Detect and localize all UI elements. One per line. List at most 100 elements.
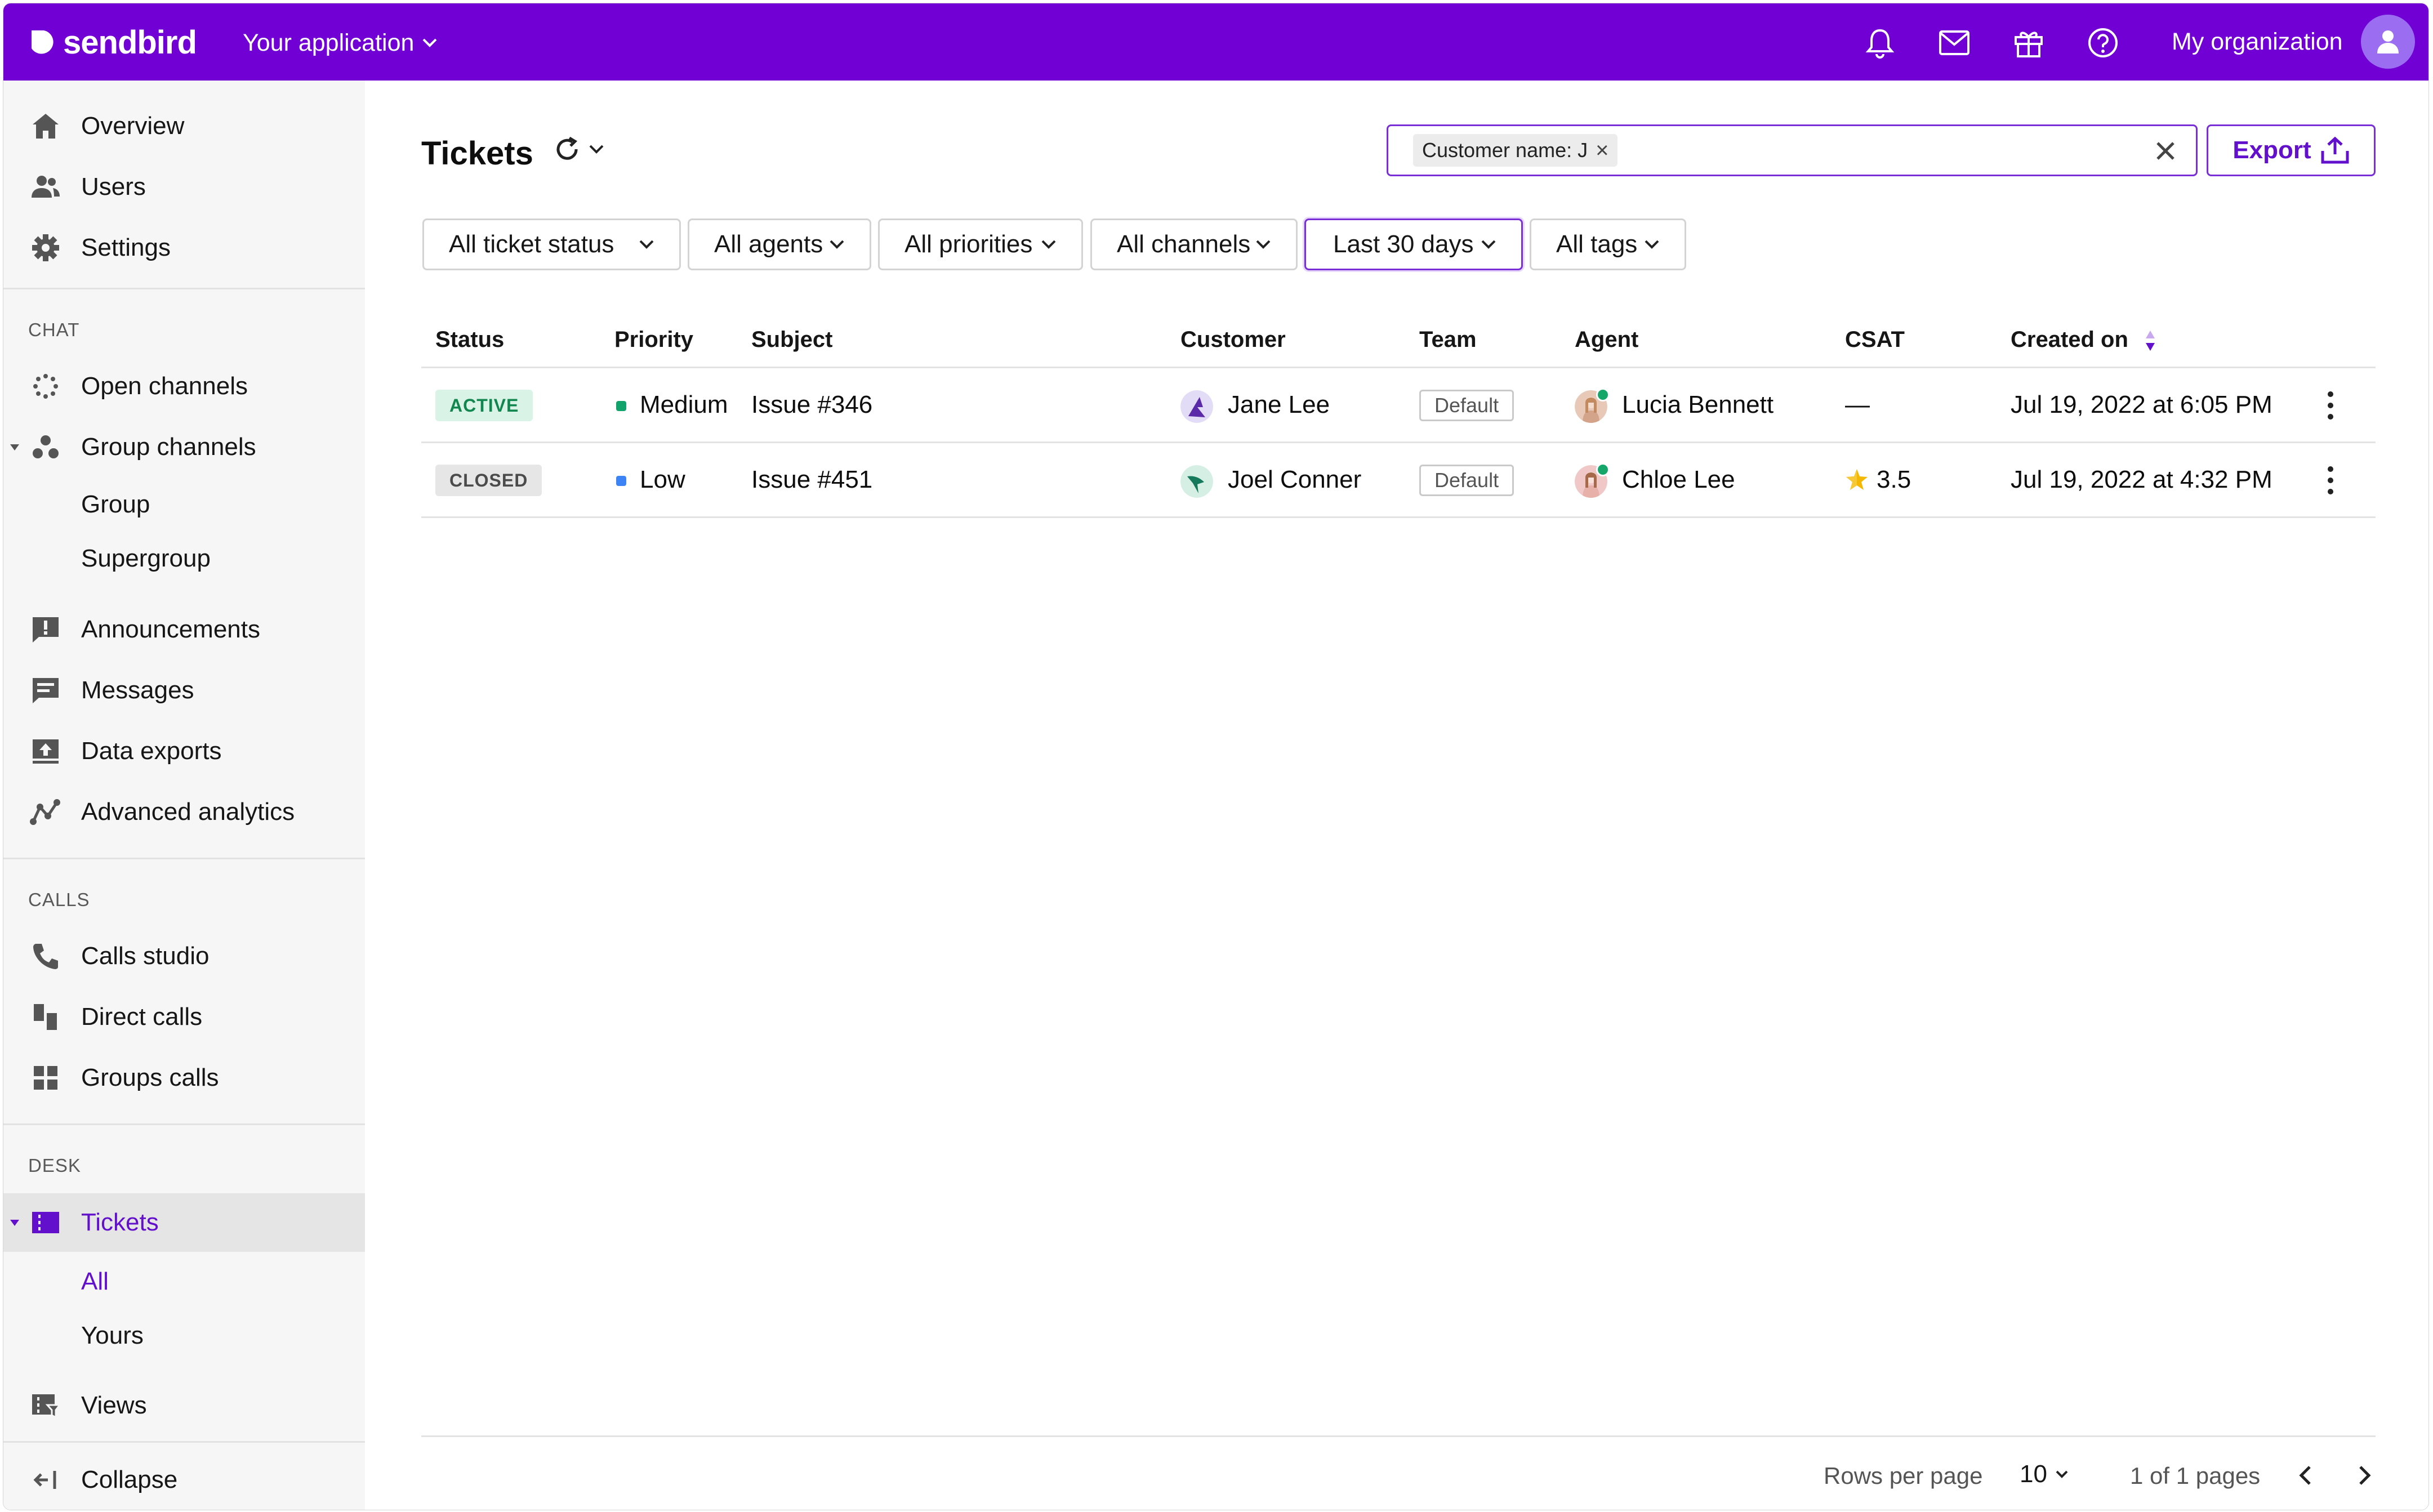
more-options-icon[interactable]	[2322, 462, 2339, 498]
chevron-down-icon	[830, 240, 844, 249]
chevron-down-icon	[423, 38, 437, 47]
priorities-filter[interactable]: All priorities	[878, 218, 1083, 270]
sidebar-item-label: All	[81, 1268, 109, 1295]
open-channels-icon	[29, 369, 63, 403]
channels-filter[interactable]: All channels	[1090, 218, 1298, 270]
filter-label: All channels	[1117, 230, 1251, 258]
section-label-chat: CHAT	[28, 319, 80, 340]
sidebar-item-group-channels[interactable]: Group channels	[3, 420, 365, 475]
team-badge: Default	[1419, 465, 1514, 496]
sidebar-item-open-channels[interactable]: Open channels	[3, 359, 365, 414]
help-icon[interactable]	[2085, 25, 2121, 61]
application-selector[interactable]: Your application	[243, 27, 438, 59]
column-header-team: Team	[1419, 327, 1477, 352]
search-input[interactable]: Customer name: J ×	[1387, 124, 2198, 176]
rows-per-page-label: Rows per page	[1824, 1462, 1983, 1489]
remove-chip-icon[interactable]: ×	[1596, 138, 1608, 163]
sidebar-item-label: Advanced analytics	[81, 798, 295, 826]
table-header: Status Priority Subject Customer Team Ag…	[421, 311, 2376, 368]
more-options-icon[interactable]	[2322, 387, 2339, 423]
sidebar-item-data-exports[interactable]: Data exports	[3, 724, 365, 779]
sidebar-item-yours[interactable]: Yours	[3, 1308, 365, 1363]
filter-label: All agents	[714, 230, 823, 258]
priority-dot	[616, 401, 626, 411]
sidebar-item-label: Announcements	[81, 615, 260, 643]
table-row[interactable]: ACTIVE Medium Issue #346 Jane Lee Defaul…	[421, 368, 2376, 443]
sidebar-item-supergroup[interactable]: Supergroup	[3, 531, 365, 586]
table-row[interactable]: CLOSED Low Issue #451 Joel Conner Defaul…	[421, 443, 2376, 518]
sidebar-item-settings[interactable]: Settings	[3, 220, 365, 275]
next-page-icon[interactable]	[2349, 1460, 2379, 1491]
sidebar-item-label: Settings	[81, 234, 171, 261]
sidebar-item-direct-calls[interactable]: Direct calls	[3, 989, 365, 1045]
expand-caret-icon[interactable]	[10, 1220, 19, 1226]
sidebar-item-group[interactable]: Group	[3, 477, 365, 532]
subject-link[interactable]: Issue #346	[751, 391, 872, 419]
previous-page-icon[interactable]	[2291, 1460, 2321, 1491]
sidebar-item-groups-calls[interactable]: Groups calls	[3, 1050, 365, 1105]
export-button[interactable]: Export	[2207, 124, 2376, 176]
column-header-agent: Agent	[1575, 327, 1639, 352]
refresh-icon	[556, 136, 578, 160]
refresh-button[interactable]	[554, 136, 604, 163]
sidebar-item-users[interactable]: Users	[3, 159, 365, 215]
sidebar-item-calls-studio[interactable]: Calls studio	[3, 929, 365, 984]
main-content: Tickets Customer name: J × Export All ti…	[365, 81, 2428, 1510]
ticket-status-filter[interactable]: All ticket status	[422, 218, 681, 270]
date-range-filter[interactable]: Last 30 days	[1304, 218, 1523, 270]
page-title: Tickets	[421, 135, 533, 172]
chevron-down-icon	[1645, 240, 1659, 249]
expand-caret-icon[interactable]	[10, 444, 19, 451]
sidebar-item-label: Overview	[81, 112, 185, 140]
bell-icon[interactable]	[1862, 25, 1898, 61]
sidebar-item-label: Supergroup	[81, 545, 211, 572]
agent-name: Chloe Lee	[1622, 466, 1735, 493]
phone-icon	[29, 939, 63, 973]
direct-calls-icon	[29, 1000, 63, 1034]
groups-calls-icon	[29, 1061, 63, 1095]
messages-icon	[29, 674, 63, 707]
sidebar-item-overview[interactable]: Overview	[3, 99, 365, 154]
filter-chip-label: Customer name: J	[1422, 139, 1588, 162]
column-header-label: Created on	[2011, 327, 2128, 352]
chevron-down-icon	[2056, 1470, 2068, 1478]
group-channels-icon	[29, 430, 63, 464]
column-header-created-on[interactable]: Created on	[2011, 327, 2156, 353]
user-icon	[2377, 30, 2399, 53]
sidebar-item-messages[interactable]: Messages	[3, 663, 365, 718]
collapse-button[interactable]: Collapse	[3, 1452, 365, 1507]
sidebar-item-views[interactable]: Views	[3, 1378, 365, 1433]
priority-dot	[616, 476, 626, 486]
csat-value: 3.5	[1877, 466, 1911, 493]
mail-icon[interactable]	[1936, 25, 1972, 61]
export-icon	[2321, 136, 2349, 164]
customer-name[interactable]: Jane Lee	[1228, 391, 1330, 419]
column-header-csat: CSAT	[1845, 327, 1905, 352]
organization-label[interactable]: My organization	[2172, 28, 2343, 56]
sidebar-item-tickets[interactable]: Tickets	[3, 1193, 365, 1252]
gift-icon[interactable]	[2011, 25, 2047, 61]
sidebar-item-all[interactable]: All	[3, 1254, 365, 1309]
avatar[interactable]	[2361, 15, 2415, 69]
priority-label: Medium	[640, 391, 728, 418]
customer-name[interactable]: Joel Conner	[1228, 466, 1361, 494]
clear-search-icon[interactable]	[2152, 137, 2179, 164]
data-exports-icon	[29, 734, 63, 768]
sidebar-item-announcements[interactable]: Announcements	[3, 602, 365, 657]
subject-link[interactable]: Issue #451	[751, 466, 872, 494]
sidebar-item-label: Open channels	[81, 372, 248, 400]
online-status-icon	[1596, 463, 1610, 476]
status-badge: ACTIVE	[435, 390, 533, 421]
column-header-customer: Customer	[1180, 327, 1286, 352]
sendbird-logo[interactable]: sendbird	[27, 24, 197, 61]
filter-label: All tags	[1556, 230, 1638, 258]
sidebar-divider	[3, 288, 365, 289]
brand-name: sendbird	[63, 24, 197, 61]
tags-filter[interactable]: All tags	[1530, 218, 1686, 270]
views-icon	[29, 1389, 63, 1422]
column-header-priority: Priority	[614, 327, 694, 352]
rows-per-page-select[interactable]: 10	[2020, 1460, 2069, 1488]
agents-filter[interactable]: All agents	[688, 218, 871, 270]
sort-icon[interactable]	[2145, 328, 2156, 353]
sidebar-item-advanced-analytics[interactable]: Advanced analytics	[3, 784, 365, 840]
